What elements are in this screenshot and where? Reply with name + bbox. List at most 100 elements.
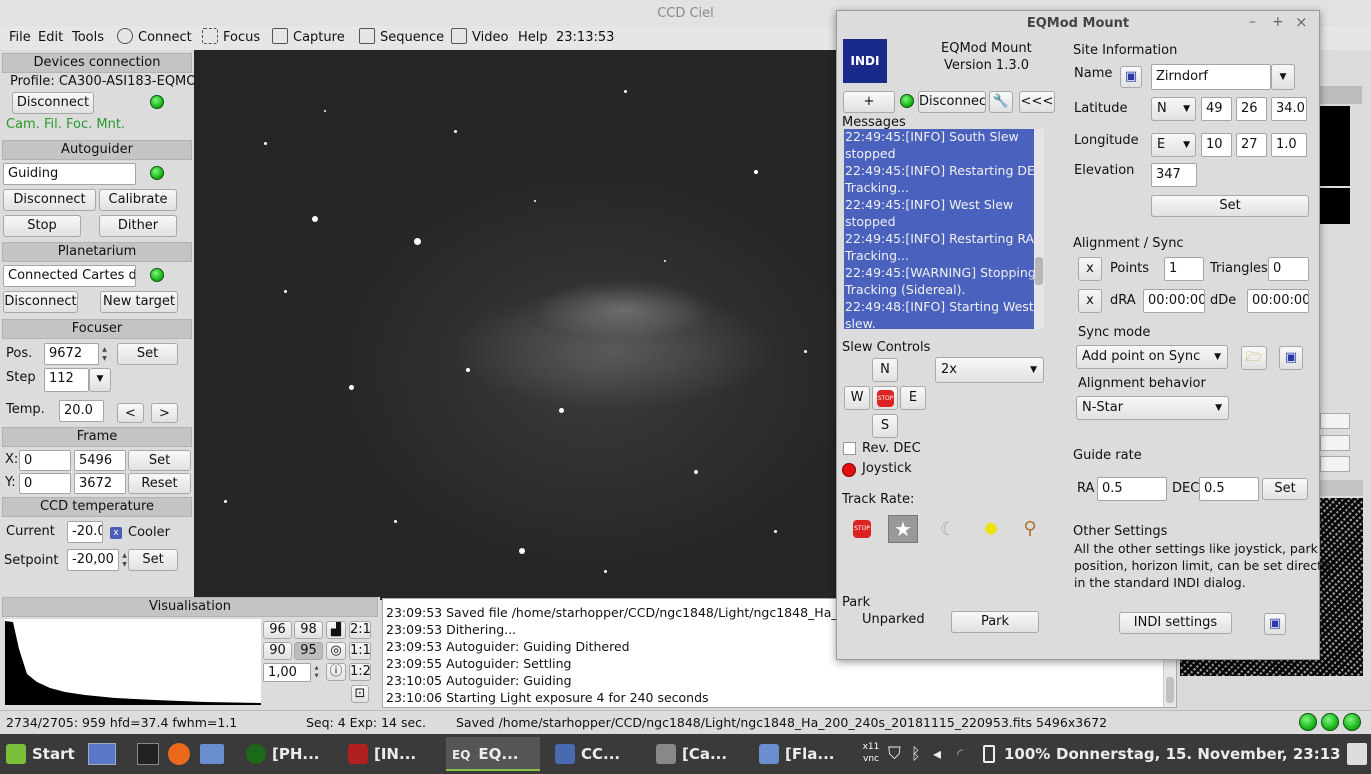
latitude-min-input[interactable]: 26 — [1236, 97, 1267, 121]
zoom-1-2-button[interactable]: 1:2 — [349, 663, 371, 681]
menu-tools[interactable]: Tools — [72, 28, 104, 48]
astro-image-view[interactable] — [194, 50, 836, 600]
frame-y-input[interactable]: 0 — [19, 473, 71, 494]
slew-north-button[interactable]: N — [872, 358, 898, 382]
open-folder-icon[interactable]: 🗁 — [1241, 346, 1267, 370]
elevation-input[interactable]: 347 — [1151, 163, 1197, 187]
focuser-set-button[interactable]: Set — [117, 343, 178, 365]
sound-icon[interactable]: ◂ — [933, 743, 953, 765]
frame-set-button[interactable]: Set — [128, 450, 191, 471]
firefox-icon[interactable] — [168, 743, 190, 765]
slew-east-button[interactable]: E — [900, 386, 926, 410]
indi-settings-button[interactable]: INDI settings — [1119, 612, 1232, 634]
battery-icon[interactable] — [983, 745, 995, 763]
chevron-down-icon[interactable]: ▼ — [1271, 64, 1295, 90]
guide-ra-input[interactable]: 0.5 — [1097, 477, 1167, 501]
menu-capture[interactable]: Capture — [272, 28, 345, 48]
zoom-1-1-button[interactable]: 1:1 — [349, 642, 371, 660]
task-indi[interactable]: [IN... — [348, 740, 416, 768]
latitude-sec-input[interactable]: 34.0 — [1271, 97, 1307, 121]
focuser-next-button[interactable]: > — [151, 403, 178, 423]
task-eqmod[interactable]: EQ EQ... — [452, 740, 519, 768]
autoguider-stop-button[interactable]: Stop — [3, 215, 81, 237]
save-site-icon[interactable]: ▣ — [1120, 66, 1142, 88]
minimize-icon[interactable]: – — [1249, 14, 1256, 30]
focuser-prev-button[interactable]: < — [117, 403, 144, 423]
vnc-icon[interactable]: x11 vnc — [860, 741, 882, 767]
frame-x-input[interactable]: 0 — [19, 450, 71, 471]
clear-delta-button[interactable]: x — [1078, 289, 1102, 313]
shield-icon[interactable]: ⛉ — [888, 743, 906, 765]
autoguider-disconnect-button[interactable]: Disconnect — [3, 189, 96, 211]
track-lunar-moon-icon[interactable]: ☾ — [937, 519, 959, 541]
longitude-deg-input[interactable]: 10 — [1201, 133, 1232, 157]
devices-disconnect-button[interactable]: Disconnect — [12, 92, 94, 114]
messages-box[interactable]: 22:49:45:[INFO] South Slew stopped 22:49… — [844, 129, 1044, 329]
longitude-hemisphere-select[interactable]: E ▼ — [1151, 133, 1196, 157]
track-solar-sun-icon[interactable]: ✹ — [979, 517, 1003, 541]
site-name-input[interactable]: Zirndorf — [1151, 64, 1271, 90]
rev-dec-checkbox[interactable] — [843, 442, 856, 455]
vis-90-button[interactable]: 90 — [263, 642, 292, 660]
longitude-min-input[interactable]: 27 — [1236, 133, 1267, 157]
right-edge-button[interactable] — [1320, 435, 1350, 451]
zoom-2-1-button[interactable]: 2:1 — [349, 621, 371, 639]
menu-focus[interactable]: Focus — [202, 28, 260, 48]
save-config-icon[interactable]: ▣ — [1264, 613, 1286, 635]
slew-west-button[interactable]: W — [844, 386, 870, 410]
save-alignment-icon[interactable]: ▣ — [1279, 346, 1303, 370]
focuser-step-input[interactable]: 112 — [44, 368, 89, 392]
focuser-pos-spinner[interactable]: ▲ ▼ — [99, 345, 110, 363]
menu-connect[interactable]: Connect — [117, 28, 192, 48]
calibrate-button[interactable]: Calibrate — [99, 189, 177, 211]
log-scroll-thumb[interactable] — [1166, 677, 1174, 703]
eqmod-disconnect-button[interactable]: Disconnect — [918, 91, 986, 113]
wifi-icon[interactable]: ◜ — [957, 743, 977, 765]
messages-scroll-thumb[interactable] — [1035, 257, 1043, 285]
notification-icon[interactable] — [1347, 743, 1367, 765]
right-edge-button[interactable] — [1320, 413, 1350, 429]
task-cartes[interactable]: [Ca... — [656, 740, 727, 768]
focuser-pos-input[interactable]: 9672 — [44, 343, 99, 365]
bluetooth-icon[interactable]: ᛒ — [911, 743, 927, 765]
terminal-icon[interactable] — [137, 743, 159, 765]
menu-help[interactable]: Help — [518, 28, 548, 48]
info-icon[interactable]: ⓘ — [326, 663, 346, 681]
close-icon[interactable]: × — [1295, 13, 1308, 31]
track-stop-icon[interactable]: STOP — [853, 520, 871, 538]
menu-edit[interactable]: Edit — [38, 28, 63, 48]
slew-speed-select[interactable]: 2x ▼ — [935, 357, 1044, 383]
latitude-deg-input[interactable]: 49 — [1201, 97, 1232, 121]
folder-icon[interactable] — [200, 744, 224, 764]
start-button[interactable]: Start — [6, 740, 75, 768]
desktop-icon[interactable] — [88, 743, 116, 765]
slew-south-button[interactable]: S — [872, 414, 898, 438]
longitude-sec-input[interactable]: 1.0 — [1271, 133, 1307, 157]
track-custom-icon[interactable]: ⚲ — [1018, 517, 1042, 541]
wrench-icon[interactable]: 🔧 — [989, 91, 1013, 113]
dither-button[interactable]: Dither — [99, 215, 177, 237]
right-edge-button[interactable] — [1320, 456, 1350, 472]
task-flats[interactable]: [Fla... — [759, 740, 834, 768]
sync-mode-select[interactable]: Add point on Sync ▼ — [1076, 345, 1228, 369]
frame-height-input[interactable]: 3672 — [74, 473, 126, 494]
taskbar-clock[interactable]: Donnerstag, 15. November, 23:13 — [1056, 740, 1341, 768]
frame-reset-button[interactable]: Reset — [128, 473, 191, 494]
clear-points-button[interactable]: x — [1078, 257, 1102, 281]
vis-96-button[interactable]: 96 — [263, 621, 292, 639]
messages-scrollbar[interactable] — [1034, 129, 1044, 329]
task-phd2[interactable]: [PH... — [246, 740, 320, 768]
park-button[interactable]: Park — [951, 611, 1039, 633]
vis-98-button[interactable]: 98 — [294, 621, 323, 639]
track-sidereal-star-icon[interactable]: ★ — [888, 515, 918, 543]
collapse-button[interactable]: <<< — [1019, 91, 1055, 113]
menu-file[interactable]: File — [9, 28, 31, 48]
menu-sequence[interactable]: Sequence — [359, 28, 444, 48]
chevron-down-icon[interactable]: ▼ — [89, 368, 111, 392]
ccd-setpoint-set-button[interactable]: Set — [128, 549, 178, 571]
vis-95-button[interactable]: 95 — [294, 642, 323, 660]
guide-rate-set-button[interactable]: Set — [1262, 478, 1308, 500]
fit-icon[interactable]: ⊡ — [351, 685, 369, 703]
target-icon[interactable]: ◎ — [326, 642, 346, 660]
slew-stop-button[interactable]: STOP — [872, 386, 898, 410]
